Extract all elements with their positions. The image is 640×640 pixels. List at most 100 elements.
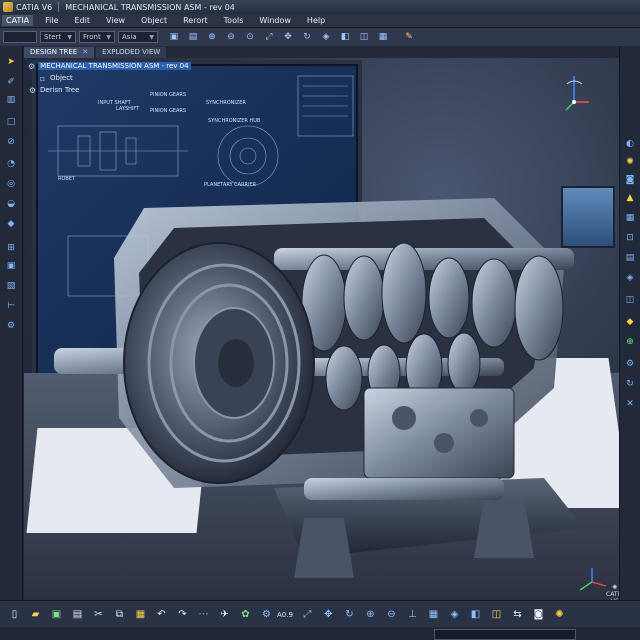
transmission-model[interactable] [24, 58, 619, 600]
menu-help[interactable]: Help [299, 16, 333, 25]
new-document-icon[interactable]: ▯ [8, 608, 21, 621]
zoom-area-icon[interactable]: ⊙ [244, 31, 256, 43]
catalog-icon[interactable]: ⊕ [624, 336, 636, 348]
material-icon[interactable]: ◆ [624, 316, 636, 328]
snap-icon[interactable]: ⊡ [624, 232, 636, 244]
menu-edit[interactable]: Edit [67, 16, 99, 25]
toolbar-field-asia[interactable]: Asia ▼ [118, 31, 158, 43]
part-icon: ▫ [39, 73, 46, 83]
tab-exploded-view[interactable]: EXPLODED VIEW [96, 47, 167, 58]
open-folder-icon[interactable]: ▰ [29, 608, 42, 621]
redo-icon[interactable]: ↷ [176, 608, 189, 621]
tree-item-derisn-tree[interactable]: ⚙ Derisn Tree [28, 84, 188, 96]
layers-icon[interactable]: ▤ [624, 252, 636, 264]
part-icon[interactable]: ▣ [5, 260, 17, 272]
zoom-in-icon[interactable]: ⊕ [364, 608, 377, 621]
select-arrow-icon[interactable]: ➤ [5, 56, 17, 68]
toolbar-field-stert[interactable]: Stert ▼ [40, 31, 76, 43]
pocket-icon[interactable]: □ [5, 116, 17, 128]
hide-show-icon[interactable]: ◫ [490, 608, 503, 621]
chevron-down-icon: ▼ [149, 33, 154, 41]
light-icon[interactable]: ✺ [624, 156, 636, 168]
cut-icon[interactable]: ✂ [92, 608, 105, 621]
isometric-view-icon[interactable]: ◈ [320, 31, 332, 43]
knowledge-icon[interactable]: ⚙ [5, 320, 17, 332]
fit-all-icon[interactable]: ⤢ [263, 31, 275, 43]
rotate-icon[interactable]: ↻ [343, 608, 356, 621]
undo-icon[interactable]: ↶ [155, 608, 168, 621]
tree-item-object[interactable]: ▫ Object [28, 72, 188, 84]
shading-icon[interactable]: ◧ [339, 31, 351, 43]
fillet-icon[interactable]: ◒ [5, 198, 17, 210]
menu-rerort[interactable]: Rerort [175, 16, 216, 25]
assembly-icon[interactable]: ▧ [5, 280, 17, 292]
settings-icon[interactable]: ⚙ [624, 358, 636, 370]
toolbar-field-blank[interactable] [3, 31, 37, 43]
sketch-icon[interactable]: ✐ [5, 76, 17, 88]
measure-icon[interactable]: ⊢ [5, 300, 17, 312]
pan-icon[interactable]: ✥ [282, 31, 294, 43]
settings-icon[interactable]: ⚙ [260, 608, 273, 621]
right-tools-toolbar: ◐ ✺ ◙ ▲ ▦ ⊡ ▤ ◈ ◫ ◆ ⊕ ⚙ ↻ ✕ [619, 46, 640, 600]
menu-brand-catia[interactable]: CATIA [2, 15, 34, 26]
tab-design-tree[interactable]: DESIGN TREE ✕ [24, 47, 95, 58]
multi-view-icon[interactable]: ▦ [427, 608, 440, 621]
zoom-in-icon[interactable]: ⊕ [206, 31, 218, 43]
fit-all-icon[interactable]: ⤢ [301, 608, 314, 621]
swap-visible-icon[interactable]: ⇆ [511, 608, 524, 621]
fly-mode-icon[interactable]: ✈ [218, 608, 231, 621]
normal-view-icon[interactable]: ⊥ [406, 608, 419, 621]
menu-view[interactable]: View [98, 16, 133, 25]
tree-root-node[interactable]: ⚙ MECHANICAL TRANSMISSION ASM - rev 04 [28, 60, 191, 72]
pad-icon[interactable]: ▥ [5, 94, 17, 106]
print-icon[interactable]: ▤ [187, 31, 199, 43]
quick-view-icon[interactable]: ◈ [448, 608, 461, 621]
groove-icon[interactable]: ◔ [5, 158, 17, 170]
3d-viewport[interactable]: INPUT SHAFT PINION GEARS LAYSHIFT PINION… [24, 58, 619, 600]
lock-icon[interactable]: ▲ [624, 192, 636, 204]
rotate-icon[interactable]: ↻ [301, 31, 313, 43]
chamfer-icon[interactable]: ◆ [5, 218, 17, 230]
close-icon[interactable]: ✕ [82, 47, 88, 58]
tree-item-label: Derisn Tree [40, 86, 80, 94]
hide-show-icon[interactable]: ◫ [358, 31, 370, 43]
grid-icon[interactable]: ▦ [624, 212, 636, 224]
window-title-bar: CATIA V6 MECHANICAL TRANSMISSION ASM - r… [0, 0, 640, 15]
menu-window[interactable]: Window [251, 16, 299, 25]
pan-icon[interactable]: ✥ [322, 608, 335, 621]
camera-icon[interactable]: ◙ [624, 174, 636, 186]
command-input[interactable] [434, 629, 576, 640]
save-icon[interactable]: ▣ [50, 608, 63, 621]
toolbar-field-front[interactable]: Front ▼ [79, 31, 115, 43]
close-icon[interactable]: ✕ [624, 398, 636, 410]
compass-icon[interactable] [562, 72, 592, 112]
shading-icon[interactable]: ◧ [469, 608, 482, 621]
zoom-out-icon[interactable]: ⊖ [225, 31, 237, 43]
save-icon[interactable]: ▣ [168, 31, 180, 43]
menu-tools[interactable]: Tools [216, 16, 252, 25]
analysis-icon[interactable]: ◈ [624, 272, 636, 284]
hole-icon[interactable]: ◎ [5, 178, 17, 190]
paste-icon[interactable]: ▦ [134, 608, 147, 621]
edit-properties-icon[interactable]: ✎ [403, 31, 415, 43]
menu-file[interactable]: File [37, 16, 66, 25]
app-name: CATIA V6 [16, 2, 53, 12]
tab-exploded-view-label: EXPLODED VIEW [102, 48, 161, 56]
zoom-out-icon[interactable]: ⊖ [385, 608, 398, 621]
render-icon[interactable]: ◐ [624, 138, 636, 150]
update-icon[interactable]: ↻ [624, 378, 636, 390]
tree-root-label: MECHANICAL TRANSMISSION ASM - rev 04 [38, 62, 191, 70]
shaft-icon[interactable]: ⊘ [5, 136, 17, 148]
print-icon[interactable]: ▤ [71, 608, 84, 621]
bottom-toolbar: ▯ ▰ ▣ ▤ ✂ ⧉ ▦ ↶ ↷ ⋯ ✈ ✿ ⚙ A0.9 ⤢ ✥ ↻ ⊕ ⊖… [0, 600, 640, 628]
section-icon[interactable]: ◫ [624, 294, 636, 306]
constraint-icon[interactable]: ⊞ [5, 242, 17, 254]
lighting-icon[interactable]: ✺ [553, 608, 566, 621]
tree-branch-icon: ⚙ [28, 85, 37, 95]
analysis-icon[interactable]: ✿ [239, 608, 252, 621]
what-is-this-icon[interactable]: ⋯ [197, 608, 210, 621]
menu-object[interactable]: Object [133, 16, 175, 25]
capture-icon[interactable]: ◙ [532, 608, 545, 621]
copy-icon[interactable]: ⧉ [113, 608, 126, 621]
multi-view-icon[interactable]: ▦ [377, 31, 389, 43]
